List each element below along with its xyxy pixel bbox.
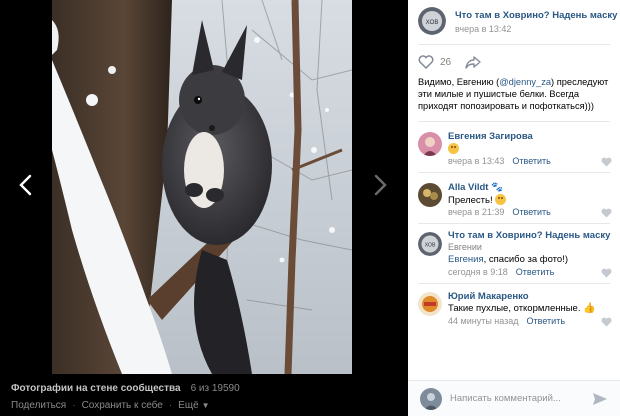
user-mention[interactable]: @djenny_za [499, 77, 551, 87]
separator: · [72, 399, 76, 411]
commenter-avatar[interactable] [418, 183, 442, 207]
comment-meta: 44 минуты назад Ответить [448, 316, 565, 326]
comment-author[interactable]: Юрий Макаренко [448, 291, 529, 302]
heart-icon[interactable] [418, 55, 434, 69]
comment-text: Евгения, спасибо за фото!) [448, 254, 569, 265]
like-icon[interactable] [601, 208, 612, 218]
previous-photo-button[interactable] [13, 170, 37, 200]
comment-time[interactable]: сегодня в 9:18 [448, 267, 508, 277]
photo-footer: Фотографии на стене сообщества 6 из 1959… [0, 380, 408, 416]
smile-emoji-icon [495, 194, 507, 205]
comment-time[interactable]: вчера в 13:43 [448, 156, 504, 166]
save-to-profile-link[interactable]: Сохранить к себе [82, 400, 163, 411]
community-avatar[interactable]: XOB [418, 7, 446, 35]
photo-counter: 6 из 19590 [190, 382, 240, 394]
divider [418, 223, 610, 224]
chevron-left-icon [19, 174, 32, 196]
like-icon[interactable] [601, 268, 612, 278]
comment-text: Такие пухлые, откормленные. 👍 [448, 303, 596, 314]
share-link[interactable]: Поделиться [11, 400, 66, 411]
comment-time[interactable]: вчера в 21:39 [448, 207, 504, 217]
svg-text:XOB: XOB [426, 20, 439, 26]
reply-link[interactable]: Ответить [512, 207, 550, 217]
chevron-right-icon [374, 174, 387, 196]
comment-time[interactable]: 44 минуты назад [448, 316, 519, 326]
comment-meta: вчера в 21:39 Ответить [448, 207, 551, 217]
more-actions-link[interactable]: Ещё [178, 400, 198, 411]
like-count: 26 [440, 56, 452, 68]
post-time[interactable]: вчера в 13:42 [455, 24, 511, 34]
divider [418, 172, 610, 173]
comment-meta: вчера в 13:43 Ответить [448, 156, 551, 166]
user-mention[interactable]: Евгения [448, 254, 484, 265]
post-actions: 26 [418, 54, 481, 70]
reply-to: Евгении [448, 242, 482, 252]
post-author[interactable]: Что там в Ховрино? Надень маску [455, 10, 617, 21]
comment-composer: Написать комментарий... [408, 380, 620, 416]
album-title[interactable]: Фотографии на стене сообщества [11, 383, 181, 394]
separator: · [168, 399, 173, 411]
comment-text: Прелесть! [448, 194, 507, 206]
reply-link[interactable]: Ответить [527, 316, 565, 326]
next-photo-button[interactable] [369, 170, 393, 200]
commenter-avatar[interactable] [418, 292, 442, 316]
reply-link[interactable]: Ответить [516, 267, 554, 277]
share-icon[interactable] [465, 55, 481, 69]
comment-author[interactable]: Что там в Ховрино? Надень маску [448, 230, 610, 241]
chevron-down-icon: ▼ [201, 400, 210, 410]
thumbs-up-emoji-icon: 👍 [583, 303, 596, 314]
divider [418, 44, 610, 45]
divider [418, 121, 610, 122]
svg-text:XOB: XOB [425, 243, 436, 249]
like-icon[interactable] [601, 317, 612, 327]
post-header: XOB Что там в Ховрино? Надень маску вчер… [408, 0, 620, 45]
comment-author[interactable]: Alla Vildt 🐾 [448, 182, 503, 193]
smile-emoji-icon [448, 143, 459, 154]
send-icon[interactable] [592, 392, 608, 406]
post-text: Видимо, Евгению (@djenny_za) преследуют … [418, 77, 609, 111]
like-icon[interactable] [601, 157, 612, 167]
info-panel: XOB Что там в Ховрино? Надень маску вчер… [408, 0, 620, 416]
comment-text [448, 143, 459, 155]
comment-author[interactable]: Евгения Загирова [448, 131, 533, 142]
divider [418, 283, 610, 284]
photo-viewer: Фотографии на стене сообщества 6 из 1959… [0, 0, 408, 416]
commenter-avatar[interactable]: XOB [418, 232, 442, 256]
reply-link[interactable]: Ответить [512, 156, 550, 166]
comment-input[interactable]: Написать комментарий... [450, 390, 580, 408]
current-user-avatar[interactable] [420, 388, 442, 410]
commenter-avatar[interactable] [418, 132, 442, 156]
comment-meta: сегодня в 9:18 Ответить [448, 267, 554, 277]
squirrel-photo[interactable] [52, 0, 352, 374]
paw-emoji-icon: 🐾 [491, 182, 503, 193]
